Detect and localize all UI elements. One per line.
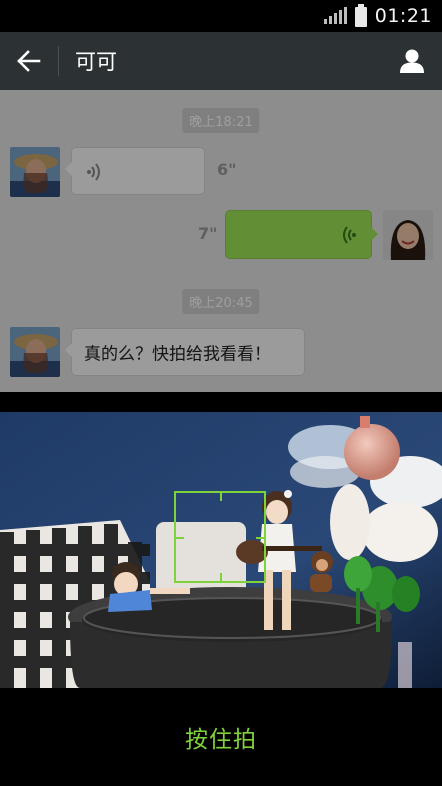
status-time: 01:21 [374, 5, 432, 27]
message-text: 真的么？快拍给我看看！ [84, 344, 271, 365]
chat-title: 可可 [75, 50, 117, 74]
focus-frame [174, 491, 266, 583]
voice-duration: 6" [217, 160, 237, 179]
sound-wave-icon [87, 163, 100, 181]
back-button[interactable] [0, 32, 58, 90]
hold-to-record-button[interactable]: 按住拍 [185, 720, 257, 754]
camera-top-strip [0, 392, 442, 412]
chat-history: 晚上18:21 6" 7" 晚上20:45 真的么？快拍给我看看！ [0, 90, 442, 392]
sound-wave-icon [343, 226, 356, 244]
header-divider [58, 46, 59, 76]
voice-message-bubble[interactable] [225, 210, 378, 259]
arrow-left-icon [17, 50, 41, 72]
camera-viewfinder[interactable] [0, 412, 442, 688]
chat-header: 可可 [0, 32, 442, 90]
signal-icon [323, 7, 347, 24]
status-bar: 01:21 [0, 0, 442, 32]
battery-icon [354, 4, 367, 27]
time-label: 晚上20:45 [182, 289, 260, 314]
text-message-bubble[interactable]: 真的么？快拍给我看看！ [65, 328, 305, 376]
voice-duration: 7" [198, 224, 218, 243]
contact-profile-button[interactable] [382, 32, 442, 90]
voice-message-bubble[interactable] [65, 147, 205, 195]
avatar[interactable] [10, 327, 60, 377]
avatar[interactable] [10, 147, 60, 197]
time-label: 晚上18:21 [182, 108, 260, 133]
person-icon [400, 49, 424, 73]
record-panel: 按住拍 [0, 688, 442, 786]
avatar[interactable] [383, 210, 433, 260]
